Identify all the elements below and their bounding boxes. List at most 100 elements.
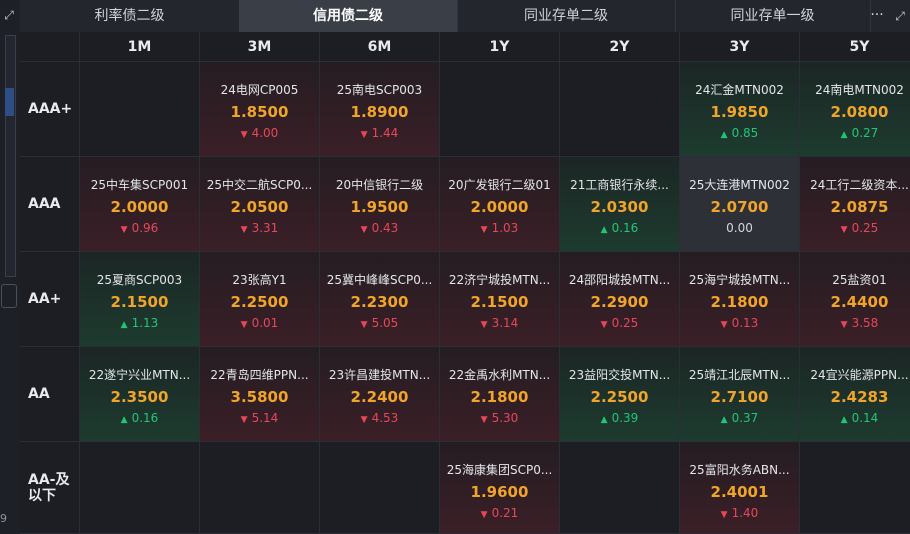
bond-cell[interactable]: 23许昌建投MTN... 2.2400 ▼ 4.53	[320, 347, 440, 442]
expand-icon[interactable]: ⤢	[890, 0, 910, 32]
tab-bar: 利率债二级 信用债二级 同业存单二级 同业存单一级 ··· ⤢	[20, 0, 910, 33]
column-header-6m: 6M	[320, 32, 440, 62]
bond-name: 23张高Y1	[232, 273, 287, 287]
bond-change: ▼ 4.00	[240, 126, 279, 140]
bond-cell[interactable]: 21工商银行永续... 2.0300 ▲ 0.16	[560, 157, 680, 252]
bond-name: 25盐资01	[832, 273, 887, 287]
arrow-down-icon: ▼	[240, 415, 248, 425]
bond-cell[interactable]: 22青岛四维PPN... 3.5800 ▼ 5.14	[200, 347, 320, 442]
scroll-track[interactable]	[5, 35, 16, 277]
bond-yield: 2.4283	[830, 388, 889, 406]
bond-cell[interactable]: 24南电MTN002 2.0800 ▲ 0.27	[800, 62, 910, 157]
bond-yield: 2.2400	[350, 388, 409, 406]
scroll-selection[interactable]	[5, 88, 14, 116]
bond-cell[interactable]: 20广发银行二级01 2.0000 ▼ 1.03	[440, 157, 560, 252]
bond-change: ▼ 0.13	[720, 316, 759, 330]
tab-rate-bond-secondary[interactable]: 利率债二级	[20, 0, 240, 32]
bond-cell[interactable]: 25盐资01 2.4400 ▼ 3.58	[800, 252, 910, 347]
bond-cell[interactable]: 25海康集团SCP0... 1.9600 ▼ 0.21	[440, 442, 560, 534]
empty-cell	[200, 442, 320, 534]
bond-change: ▼ 1.03	[480, 221, 519, 235]
tab-credit-bond-secondary[interactable]: 信用债二级	[239, 0, 458, 32]
bond-yield: 2.0875	[830, 198, 889, 216]
bond-change: ▲ 1.13	[120, 316, 159, 330]
bond-yield: 2.0000	[470, 198, 529, 216]
bond-name: 25夏商SCP003	[96, 273, 183, 287]
left-side-strip: ⤢ 9	[0, 0, 21, 534]
bond-cell[interactable]: 25中交二航SCP0... 2.0500 ▼ 3.31	[200, 157, 320, 252]
bond-cell[interactable]: 25南电SCP003 1.8900 ▼ 1.44	[320, 62, 440, 157]
column-header-3y: 3Y	[680, 32, 800, 62]
bond-cell[interactable]: 25中车集SCP001 2.0000 ▼ 0.96	[80, 157, 200, 252]
bond-yield: 1.9850	[710, 103, 769, 121]
bond-change: ▼ 1.40	[720, 506, 759, 520]
empty-cell	[80, 62, 200, 157]
bond-name: 24南电MTN002	[815, 83, 904, 97]
bond-cell[interactable]: 25大连港MTN002 2.0700 0.00	[680, 157, 800, 252]
row-header: AA-及以下	[20, 442, 80, 534]
arrow-down-icon: ▼	[600, 320, 608, 330]
expand-icon[interactable]: ⤢	[2, 8, 16, 22]
arrow-down-icon: ▼	[360, 225, 368, 235]
more-options-icon[interactable]: ···	[864, 0, 890, 32]
column-header-3m: 3M	[200, 32, 320, 62]
bond-cell[interactable]: 24汇金MTN002 1.9850 ▲ 0.85	[680, 62, 800, 157]
bond-name: 25富阳水务ABN...	[689, 463, 790, 477]
tab-ncd-secondary[interactable]: 同业存单二级	[457, 0, 676, 32]
bond-cell[interactable]: 20中信银行二级 1.9500 ▼ 0.43	[320, 157, 440, 252]
bond-name: 25中车集SCP001	[90, 178, 189, 192]
bond-cell[interactable]: 25夏商SCP003 2.1500 ▲ 1.13	[80, 252, 200, 347]
bond-change: ▼ 5.30	[480, 411, 519, 425]
tab-ncd-primary[interactable]: 同业存单一级	[675, 0, 871, 32]
bond-change: ▼ 0.25	[600, 316, 639, 330]
bond-cell[interactable]: 24电网CP005 1.8500 ▼ 4.00	[200, 62, 320, 157]
bond-yield: 2.2900	[590, 293, 649, 311]
bond-name: 22金禹水利MTN...	[448, 368, 551, 382]
row-header: AAA+	[20, 62, 80, 157]
bond-change: ▼ 0.43	[360, 221, 399, 235]
bond-cell[interactable]: 25靖江北辰MTN... 2.7100 ▲ 0.37	[680, 347, 800, 442]
bond-change: 0.00	[726, 221, 753, 235]
bond-name: 25海宁城投MTN...	[688, 273, 791, 287]
bond-yield: 2.0700	[710, 198, 769, 216]
row-header: AA	[20, 347, 80, 442]
bond-yield: 2.2500	[590, 388, 649, 406]
bond-cell[interactable]: 25冀中峰峰SCP0... 2.2300 ▼ 5.05	[320, 252, 440, 347]
yield-matrix: 1M 3M 6M 1Y 2Y 3Y 5Y AAA+ 24电网CP005 1.8500 ▼ 4.00 25…	[20, 32, 910, 534]
bond-cell[interactable]: 23益阳交投MTN... 2.2500 ▲ 0.39	[560, 347, 680, 442]
side-input-box[interactable]	[1, 284, 17, 308]
bond-cell[interactable]: 25富阳水务ABN... 2.4001 ▼ 1.40	[680, 442, 800, 534]
arrow-up-icon: ▲	[720, 130, 728, 140]
arrow-down-icon: ▼	[360, 130, 368, 140]
bond-name: 23益阳交投MTN...	[568, 368, 671, 382]
bond-change: ▲ 0.16	[120, 411, 159, 425]
bond-change: ▼ 3.58	[840, 316, 879, 330]
bond-cell[interactable]: 25海宁城投MTN... 2.1800 ▼ 0.13	[680, 252, 800, 347]
bond-yield: 3.5800	[230, 388, 289, 406]
bond-change: ▼ 0.01	[240, 316, 279, 330]
bond-yield: 2.0500	[230, 198, 289, 216]
bond-cell[interactable]: 22金禹水利MTN... 2.1800 ▼ 5.30	[440, 347, 560, 442]
arrow-down-icon: ▼	[240, 225, 248, 235]
bond-cell[interactable]: 24邵阳城投MTN... 2.2900 ▼ 0.25	[560, 252, 680, 347]
arrow-down-icon: ▼	[120, 225, 128, 235]
arrow-down-icon: ▼	[480, 510, 488, 520]
arrow-down-icon: ▼	[840, 225, 848, 235]
side-number: 9	[0, 512, 7, 525]
bond-cell[interactable]: 24宜兴能源PPN... 2.4283 ▲ 0.14	[800, 347, 910, 442]
arrow-up-icon: ▲	[120, 320, 128, 330]
bond-cell[interactable]: 23张高Y1 2.2500 ▼ 0.01	[200, 252, 320, 347]
column-header-2y: 2Y	[560, 32, 680, 62]
bond-name: 24汇金MTN002	[695, 83, 784, 97]
bond-cell[interactable]: 24工行二级资本... 2.0875 ▼ 0.25	[800, 157, 910, 252]
arrow-up-icon: ▲	[840, 415, 848, 425]
column-header-1y: 1Y	[440, 32, 560, 62]
bond-cell[interactable]: 22遂宁兴业MTN... 2.3500 ▲ 0.16	[80, 347, 200, 442]
bond-change: ▼ 5.14	[240, 411, 279, 425]
bond-yield: 2.1800	[470, 388, 529, 406]
bond-yield: 2.2500	[230, 293, 289, 311]
bond-name: 25靖江北辰MTN...	[688, 368, 791, 382]
bond-change: ▲ 0.16	[600, 221, 639, 235]
bond-yield: 2.3500	[110, 388, 169, 406]
bond-cell[interactable]: 22济宁城投MTN... 2.1500 ▼ 3.14	[440, 252, 560, 347]
